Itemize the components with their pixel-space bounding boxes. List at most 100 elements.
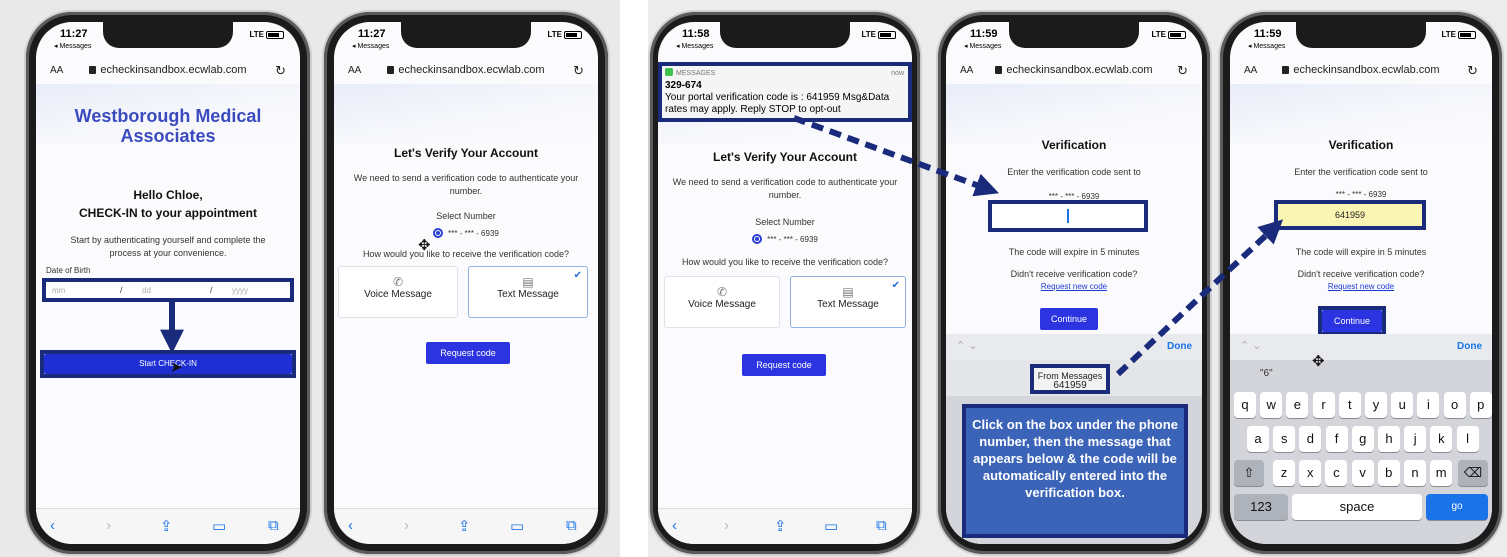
signal-indicator: LTE [1151, 30, 1186, 39]
key-o[interactable]: o [1443, 392, 1466, 418]
field-nav-arrows[interactable]: ⌃ ⌄ [956, 339, 978, 352]
tabs-icon[interactable]: ⧉ [566, 517, 577, 534]
share-icon[interactable]: ⇪ [458, 517, 471, 535]
key-k[interactable]: k [1430, 426, 1453, 452]
key-d[interactable]: d [1299, 426, 1322, 452]
address-bar[interactable]: AA echeckinsandbox.ecwlab.com ↻ [342, 60, 590, 84]
reload-icon[interactable]: ↻ [1177, 63, 1188, 79]
notification-time: now [891, 70, 904, 77]
bookmarks-icon[interactable]: ▭ [212, 517, 226, 535]
didnt-receive-text: Didn't receive verification code? [1297, 269, 1425, 279]
key-r[interactable]: r [1312, 392, 1335, 418]
back-to-messages[interactable]: ◂ Messages [676, 42, 713, 50]
address-bar[interactable]: AA echeckinsandbox.ecwlab.com ↻ [1238, 60, 1484, 84]
numbers-key[interactable]: 123 [1234, 494, 1288, 520]
continue-button[interactable]: Continue [1322, 310, 1382, 332]
radio-selected-icon[interactable] [433, 228, 444, 238]
bookmarks-icon[interactable]: ▭ [510, 517, 524, 535]
screen-sms-notification: 11:58 ◂ Messages LTE MESSAGES now 329-67… [658, 22, 912, 544]
text-message-option[interactable]: ✔ ▤ Text Message [468, 266, 588, 318]
key-p[interactable]: p [1469, 392, 1492, 418]
key-l[interactable]: l [1456, 426, 1479, 452]
space-key[interactable]: space [1292, 494, 1422, 520]
key-b[interactable]: b [1377, 460, 1400, 486]
reload-icon[interactable]: ↻ [275, 63, 286, 79]
back-arrow-icon[interactable]: ‹ [50, 517, 55, 534]
battery-icon [266, 30, 284, 39]
address-bar[interactable]: AA echeckinsandbox.ecwlab.com ↻ [44, 60, 292, 84]
key-m[interactable]: m [1430, 460, 1453, 486]
key-a[interactable]: a [1247, 426, 1269, 452]
select-number-label: Select Number [755, 217, 815, 227]
from-messages-suggestion[interactable]: From Messages 641959 [1030, 364, 1110, 394]
key-x[interactable]: x [1299, 460, 1322, 486]
key-n[interactable]: n [1404, 460, 1426, 486]
url-text: echeckinsandbox.ecwlab.com [1293, 64, 1440, 76]
share-icon[interactable]: ⇪ [774, 517, 787, 535]
key-u[interactable]: u [1391, 392, 1414, 418]
back-arrow-icon[interactable]: ‹ [672, 517, 677, 534]
key-y[interactable]: y [1365, 392, 1387, 418]
forward-arrow-icon[interactable]: › [106, 517, 111, 534]
request-code-button[interactable]: Request code [742, 354, 826, 376]
back-to-messages[interactable]: ◂ Messages [54, 42, 91, 50]
key-g[interactable]: g [1351, 426, 1374, 452]
dob-year-input[interactable]: yyyy [232, 286, 248, 295]
reload-icon[interactable]: ↻ [1467, 63, 1478, 79]
address-bar[interactable]: AA echeckinsandbox.ecwlab.com ↻ [954, 60, 1194, 84]
field-nav-arrows[interactable]: ⌃ ⌄ [1240, 339, 1262, 352]
key-s[interactable]: s [1273, 426, 1296, 452]
keyboard-done-button[interactable]: Done [1457, 341, 1482, 352]
request-new-code-link[interactable]: Request new code [946, 282, 1202, 291]
go-key[interactable]: go [1426, 494, 1488, 520]
forward-arrow-icon[interactable]: › [724, 517, 729, 534]
tabs-icon[interactable]: ⧉ [876, 517, 887, 534]
key-h[interactable]: h [1378, 426, 1400, 452]
forward-arrow-icon[interactable]: › [404, 517, 409, 534]
predictive-suggestion[interactable]: "6" [1260, 368, 1273, 379]
tabs-icon[interactable]: ⧉ [268, 517, 279, 534]
key-e[interactable]: e [1286, 392, 1309, 418]
back-arrow-icon[interactable]: ‹ [348, 517, 353, 534]
key-v[interactable]: v [1351, 460, 1374, 486]
keyboard-done-button[interactable]: Done [1167, 341, 1192, 352]
dob-input-group[interactable]: mm / dd / yyyy [42, 278, 294, 302]
continue-button[interactable]: Continue [1040, 308, 1098, 330]
bookmarks-icon[interactable]: ▭ [824, 517, 838, 535]
key-i[interactable]: i [1417, 392, 1440, 418]
key-q[interactable]: q [1234, 392, 1256, 418]
dob-month-input[interactable]: mm [52, 286, 65, 295]
delete-key-icon[interactable]: ⌫ [1458, 460, 1488, 486]
signal-indicator: LTE [249, 30, 284, 39]
key-c[interactable]: c [1325, 460, 1348, 486]
phone-radio-option[interactable]: *** - *** - 6939 [658, 234, 912, 244]
back-to-messages[interactable]: ◂ Messages [1248, 42, 1285, 50]
back-to-messages[interactable]: ◂ Messages [964, 42, 1001, 50]
lock-icon [89, 66, 97, 74]
key-f[interactable]: f [1325, 426, 1348, 452]
request-new-code-link[interactable]: Request new code [1230, 282, 1492, 291]
chat-icon: ▤ [522, 275, 534, 289]
expire-note: The code will expire in 5 minutes [1008, 247, 1140, 257]
status-time: 11:58 [682, 28, 710, 40]
key-z[interactable]: z [1273, 460, 1295, 486]
text-message-option[interactable]: ✔ ▤ Text Message [790, 276, 906, 328]
shift-key-icon[interactable]: ⇧ [1234, 460, 1264, 486]
radio-selected-icon[interactable] [752, 234, 763, 244]
reload-icon[interactable]: ↻ [573, 63, 584, 79]
start-checkin-button[interactable]: Start CHECK-IN [44, 354, 292, 374]
safari-toolbar: ‹ › ⇪ ▭ ⧉ [36, 508, 300, 544]
verification-code-input[interactable] [988, 200, 1148, 232]
share-icon[interactable]: ⇪ [160, 517, 173, 535]
phone-radio-option[interactable]: *** - *** - 6939 [334, 228, 598, 238]
key-t[interactable]: t [1338, 392, 1361, 418]
back-to-messages[interactable]: ◂ Messages [352, 42, 389, 50]
signal-label: LTE [861, 30, 876, 39]
request-code-button[interactable]: Request code [426, 342, 510, 364]
key-w[interactable]: w [1260, 392, 1283, 418]
voice-message-option[interactable]: ✆ Voice Message [664, 276, 780, 328]
dob-day-input[interactable]: dd [142, 286, 151, 295]
verification-code-input[interactable]: 641959 [1274, 200, 1426, 230]
key-j[interactable]: j [1404, 426, 1427, 452]
voice-message-option[interactable]: ✆ Voice Message [338, 266, 458, 318]
